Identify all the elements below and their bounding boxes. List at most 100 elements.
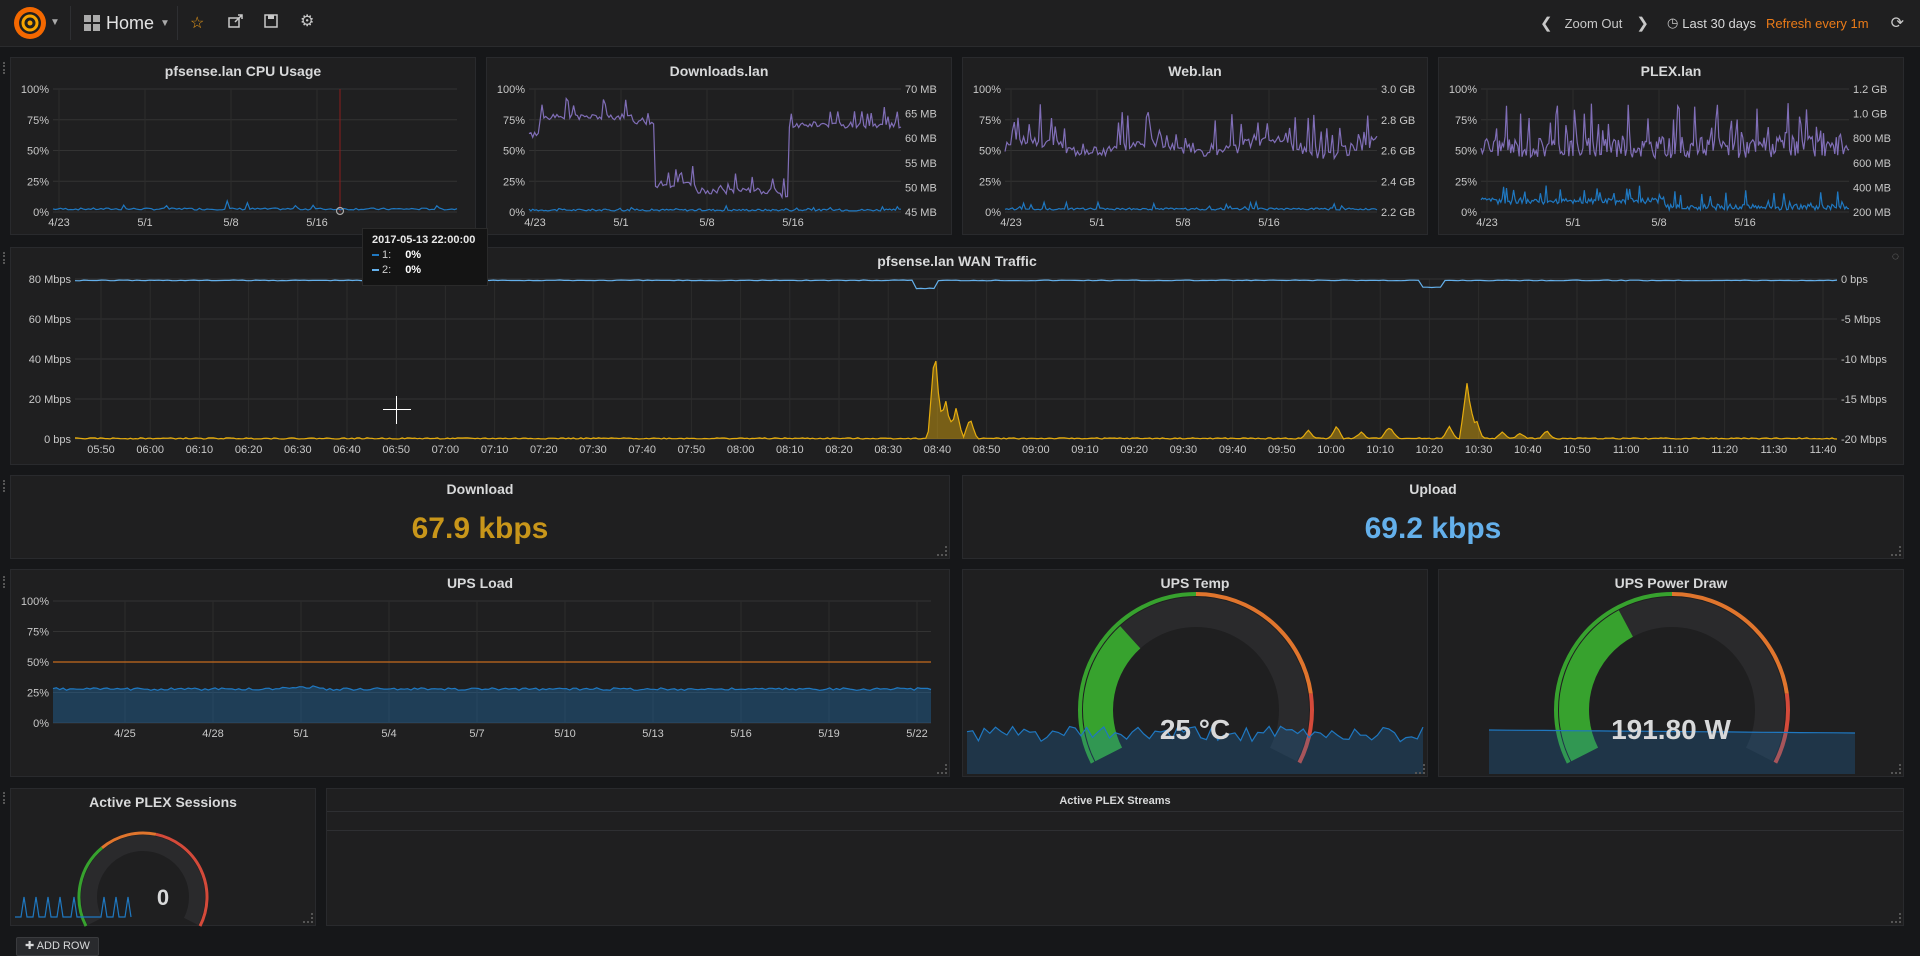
web-lan-graph[interactable]: 100% 75% 50% 25% 0% 3.0 GB 2.8 GB 2.6 GB 2.4 GB 2… <box>963 58 1429 236</box>
x-tick-label: 4/23 <box>1476 217 1497 229</box>
ups-power-draw-panel[interactable]: UPS Power Draw 191.80 W <box>1438 569 1904 777</box>
cpu-usage-panel[interactable]: pfsense.lan CPU Usage 100% 75% 50% 25% 0% 4/2… <box>10 57 476 235</box>
x-tick-label: 06:40 <box>333 444 361 456</box>
wan-traffic-panel[interactable]: pfsense.lan WAN Traffic 80 Mbps 60 Mbps 40… <box>10 247 1904 465</box>
panel-resize-handle[interactable] <box>937 764 947 774</box>
panel-resize-handle[interactable] <box>937 546 947 556</box>
upload-stat-panel[interactable]: Upload 69.2 kbps <box>962 475 1904 559</box>
x-tick-label: 09:00 <box>1022 444 1050 456</box>
web-lan-panel[interactable]: Web.lan 100% 75% 50% 25% 0% 3.0 GB 2.8 GB 2.6 G… <box>962 57 1428 235</box>
y2-tick-label: -20 Mbps <box>1841 434 1887 446</box>
wan-traffic-graph[interactable]: 80 Mbps 60 Mbps 40 Mbps 20 Mbps 0 bps 0 bps -5… <box>11 248 1905 466</box>
y-tick-label: 0% <box>985 207 1001 219</box>
row-drag-handle[interactable] <box>3 792 9 804</box>
y2-tick-label: 3.0 GB <box>1381 84 1415 96</box>
x-tick-label: 08:50 <box>973 444 1001 456</box>
downloads-lan-graph[interactable]: 100% 75% 50% 25% 0% 70 MB 65 MB 60 MB 55 MB 50 MB… <box>487 58 953 236</box>
x-tick-label: 10:50 <box>1563 444 1591 456</box>
x-tick-label: 5/10 <box>554 728 575 740</box>
plex-lan-graph[interactable]: 100% 75% 50% 25% 0% 1.2 GB 1.0 GB 800 MB 600 MB 4… <box>1439 58 1905 236</box>
y-tick-label: 20 Mbps <box>29 394 72 406</box>
panel-title[interactable]: Download <box>11 481 949 497</box>
refresh-icon[interactable]: ⟳ <box>1891 13 1904 33</box>
y-tick-label: 75% <box>27 627 49 639</box>
y2-tick-label: 45 MB <box>905 207 937 219</box>
x-tick-label: 10:40 <box>1514 444 1542 456</box>
downloads-lan-panel[interactable]: Downloads.lan 100% 75% 50% 25% 0% 70 MB 65 MB 6… <box>486 57 952 235</box>
x-tick-label: 05:50 <box>87 444 115 456</box>
panel-resize-handle[interactable] <box>1891 546 1901 556</box>
grafana-logo[interactable] <box>12 5 48 41</box>
add-row-button[interactable]: ✚ ADD ROW <box>16 937 99 956</box>
chevron-right-icon[interactable]: ❯ <box>1636 14 1649 32</box>
y-tick-label: 50% <box>27 657 49 669</box>
x-tick-label: 10:00 <box>1317 444 1345 456</box>
x-tick-label: 08:30 <box>874 444 902 456</box>
dashboard-title: Home <box>106 12 155 33</box>
x-tick-label: 09:30 <box>1170 444 1198 456</box>
x-tick-label: 11:00 <box>1613 444 1640 456</box>
x-tick-label: 07:50 <box>678 444 706 456</box>
star-icon[interactable]: ☆ <box>190 13 204 33</box>
y2-tick-label: 2.2 GB <box>1381 207 1415 219</box>
save-icon[interactable] <box>264 14 278 28</box>
panel-title[interactable]: Upload <box>963 481 1903 497</box>
row-drag-handle[interactable] <box>3 576 9 588</box>
refresh-interval[interactable]: Refresh every 1m <box>1766 16 1869 31</box>
y-tick-label: 75% <box>27 115 49 127</box>
plex-sessions-panel[interactable]: Active PLEX Sessions 0 <box>10 788 316 927</box>
wan-upload-series <box>74 279 1838 290</box>
wan-download-series-fill <box>75 361 1837 439</box>
zoom-out-button[interactable]: Zoom Out <box>1565 16 1623 31</box>
plex-lan-panel[interactable]: PLEX.lan 100% 75% 50% 25% 0% 1.2 GB 1.0 GB 800 … <box>1438 57 1904 235</box>
gear-icon[interactable]: ⚙ <box>300 11 314 31</box>
x-tick-label: 07:40 <box>628 444 656 456</box>
mouse-crosshair <box>383 396 411 424</box>
y-tick-label: 0% <box>509 207 525 219</box>
dashboard-picker[interactable]: Home ▼ <box>84 12 170 34</box>
ups-temp-panel[interactable]: UPS Temp 25 °C <box>962 569 1428 777</box>
y2-tick-label: 1.2 GB <box>1853 84 1887 96</box>
ups-load-panel[interactable]: UPS Load 100% 75% 50% 25% 0% 4/25 4/28 5/1 5/4 5/… <box>10 569 950 777</box>
chevron-down-icon[interactable]: ▼ <box>50 17 60 28</box>
y-tick-label: 0% <box>33 718 49 730</box>
download-stat-panel[interactable]: Download 67.9 kbps <box>10 475 950 559</box>
y-tick-label: 75% <box>1455 115 1477 127</box>
x-tick-label: 11:40 <box>1810 444 1837 456</box>
panel-resize-handle[interactable] <box>1891 764 1901 774</box>
panel-title[interactable]: Active PLEX Streams <box>327 795 1903 807</box>
x-tick-label: 5/16 <box>1734 217 1755 229</box>
y-tick-label: 0 bps <box>44 434 71 446</box>
panel-resize-handle[interactable] <box>1891 913 1901 923</box>
y-tick-label: 100% <box>21 84 49 96</box>
panel-resize-handle[interactable] <box>303 913 313 923</box>
tooltip-series-value: 0% <box>405 249 422 261</box>
share-icon[interactable] <box>228 14 244 28</box>
x-tick-label: 09:50 <box>1268 444 1296 456</box>
time-range-picker[interactable]: Last 30 days <box>1682 16 1756 31</box>
cpu-usage-graph[interactable]: 100% 75% 50% 25% 0%4/23 5/1 5/8 5/16 <box>11 58 477 236</box>
x-tick-label: 07:30 <box>579 444 607 456</box>
x-tick-label: 4/25 <box>114 728 135 740</box>
download-value: 67.9 kbps <box>411 512 549 545</box>
y-tick-label: 25% <box>503 176 525 188</box>
panel-resize-handle[interactable] <box>1415 764 1425 774</box>
y-tick-label: 80 Mbps <box>29 274 72 286</box>
y-tick-label: 75% <box>503 115 525 127</box>
chevron-left-icon[interactable]: ❮ <box>1540 14 1553 32</box>
row-drag-handle[interactable] <box>3 480 9 492</box>
y-tick-label: 75% <box>979 115 1001 127</box>
x-tick-label: 11:10 <box>1662 444 1689 456</box>
x-tick-label: 4/23 <box>1000 217 1021 229</box>
x-tick-label: 5/16 <box>1258 217 1279 229</box>
plex-streams-panel[interactable]: Active PLEX Streams <box>326 788 1904 926</box>
y2-tick-label: 50 MB <box>905 182 937 194</box>
plex-sessions-value: 0 <box>156 885 170 910</box>
row-drag-handle[interactable] <box>3 62 9 74</box>
x-tick-label: 5/8 <box>223 217 238 229</box>
ups-load-graph[interactable]: 100% 75% 50% 25% 0% 4/25 4/28 5/1 5/4 5/7 5/10 5/13… <box>11 570 951 778</box>
add-row-label: ADD ROW <box>36 940 90 952</box>
x-tick-label: 4/23 <box>524 217 545 229</box>
row-drag-handle[interactable] <box>3 252 9 264</box>
y2-tick-label: 2.4 GB <box>1381 176 1415 188</box>
